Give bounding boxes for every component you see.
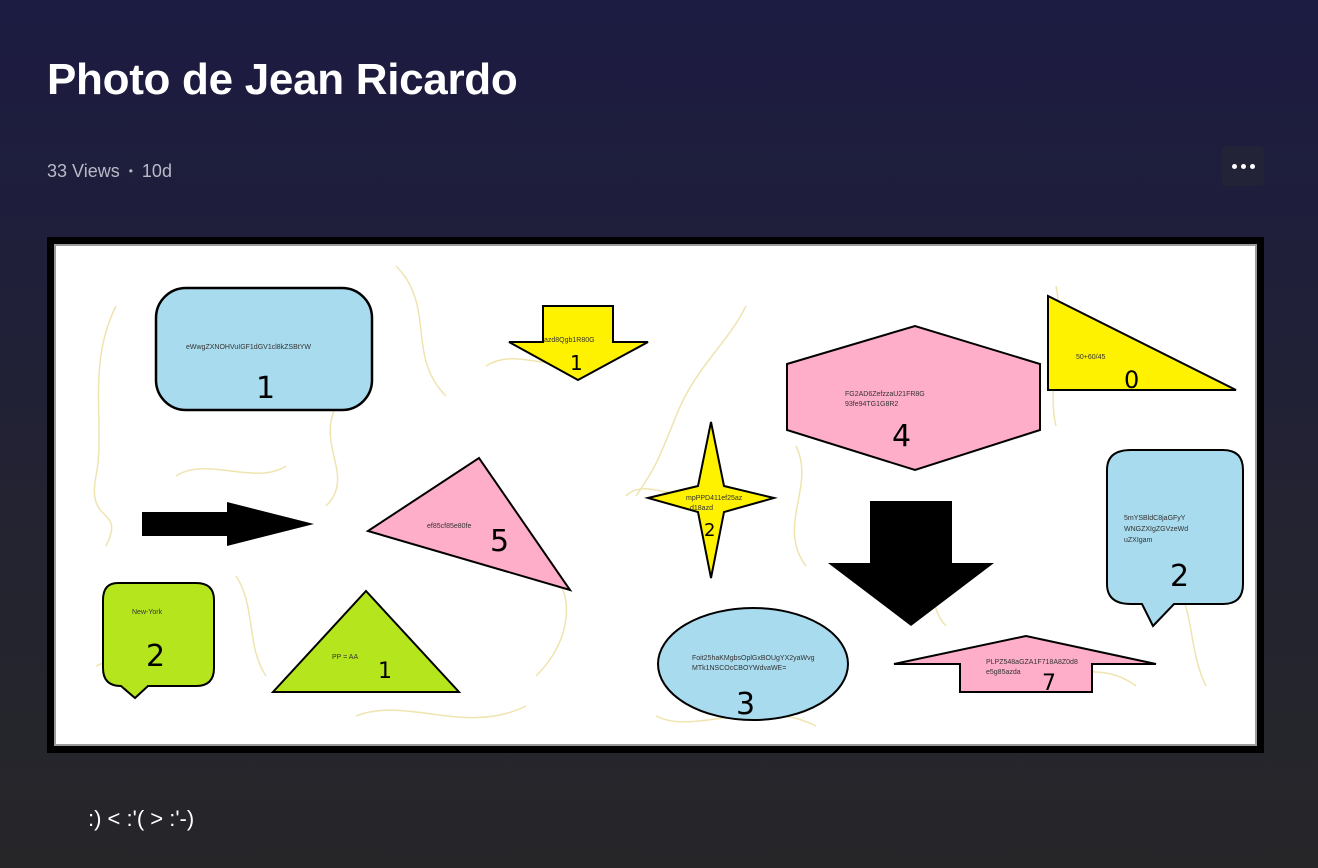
photo-canvas: eWwgZXNOHVuIGF1dGV1cl8kZSBtYW 1 azd8Qgb1… xyxy=(54,244,1257,746)
view-count: 33 Views xyxy=(47,161,120,181)
ellipse-label-2: MTk1NSCOcCBOYWdvaWE= xyxy=(692,665,786,672)
yellow-triangle-label: 50+60/45 xyxy=(1076,354,1105,361)
pink-arrow-label-2: e5g85azda xyxy=(986,669,1021,676)
post-age: 10d xyxy=(141,161,172,181)
photo[interactable]: eWwgZXNOHVuIGF1dGV1cl8kZSBtYW 1 azd8Qgb1… xyxy=(47,237,1264,753)
pink-arrow-label-1: PLPZ548aGZA1F718A8Z0d8 xyxy=(986,659,1078,666)
post-caption: :) < :'( > :'-) xyxy=(88,806,195,831)
blue-bubble-label-1: 5mYSBldC8jaGFyY xyxy=(1124,515,1186,522)
yellow-arrow-label: azd8Qgb1R80G xyxy=(544,337,595,344)
blue-ellipse: Foit25haKMgbsOplGxBOUgYX2yaWvg MTk1NSCOc… xyxy=(657,607,849,722)
pink-triangle-label: ef85cf85e80fe xyxy=(427,523,471,530)
blue-bubble-label-2: WNGZXIgZGVzeWd xyxy=(1124,526,1188,533)
blue-rect-label: eWwgZXNOHVuIGF1dGV1cl8kZSBtYW xyxy=(186,344,311,351)
star-label-2: d18azd xyxy=(690,505,713,512)
more-options-button[interactable] xyxy=(1222,146,1264,186)
black-right-arrow xyxy=(142,502,314,546)
green-triangle-number: 1 xyxy=(378,659,392,684)
separator-dot: • xyxy=(128,164,133,178)
yellow-triangle-number: 0 xyxy=(1124,366,1139,394)
green-triangle-label: PP = AA xyxy=(332,654,358,661)
yellow-right-triangle: 50+60/45 0 xyxy=(1047,294,1237,394)
green-bubble-label: New-York xyxy=(132,609,163,616)
more-dots-icon xyxy=(1231,163,1237,169)
pink-triangle: ef85cf85e80fe 5 xyxy=(365,456,573,592)
blue-rect-number: 1 xyxy=(256,371,275,406)
yellow-star: mpPPD411ef25az d18azd 2 xyxy=(644,421,778,579)
green-bubble-number: 2 xyxy=(146,639,165,674)
hexagon-number: 4 xyxy=(892,419,911,454)
ellipse-number: 3 xyxy=(736,687,755,722)
hexagon-label-2: 93fe94TG1G8R2 xyxy=(845,401,898,408)
post-title: Photo de Jean Ricardo xyxy=(47,55,518,104)
green-speech-bubble: New-York 2 xyxy=(102,582,215,700)
star-number: 2 xyxy=(704,520,715,541)
pink-triangle-number: 5 xyxy=(490,524,509,559)
blue-bubble-number: 2 xyxy=(1170,559,1189,594)
ellipse-label-1: Foit25haKMgbsOplGxBOUgYX2yaWvg xyxy=(692,655,815,662)
blue-bubble-label-3: uZXIgam xyxy=(1124,537,1153,544)
green-triangle: PP = AA 1 xyxy=(270,589,462,693)
pink-up-arrow: PLPZ548aGZA1F718A8Z0d8 e5g85azda 7 xyxy=(893,634,1157,696)
blue-speech-bubble: 5mYSBldC8jaGFyY WNGZXIgZGVzeWd uZXIgam 2 xyxy=(1106,449,1244,628)
hexagon-label-1: FG2AD6ZefzzaU21FR8G xyxy=(845,391,925,398)
drawing: eWwgZXNOHVuIGF1dGV1cl8kZSBtYW 1 azd8Qgb1… xyxy=(93,265,1244,727)
yellow-arrow-number: 1 xyxy=(570,351,583,375)
black-down-arrow xyxy=(828,501,994,626)
blue-rounded-rect: eWwgZXNOHVuIGF1dGV1cl8kZSBtYW 1 xyxy=(154,286,374,412)
star-label-1: mpPPD411ef25az xyxy=(686,495,743,502)
yellow-down-arrow: azd8Qgb1R80G 1 xyxy=(508,305,649,382)
pink-arrow-number: 7 xyxy=(1042,671,1056,696)
post-meta: 33 Views • 10d xyxy=(47,159,172,183)
pink-hexagon: FG2AD6ZefzzaU21FR8G 93fe94TG1G8R2 4 xyxy=(786,324,1041,472)
